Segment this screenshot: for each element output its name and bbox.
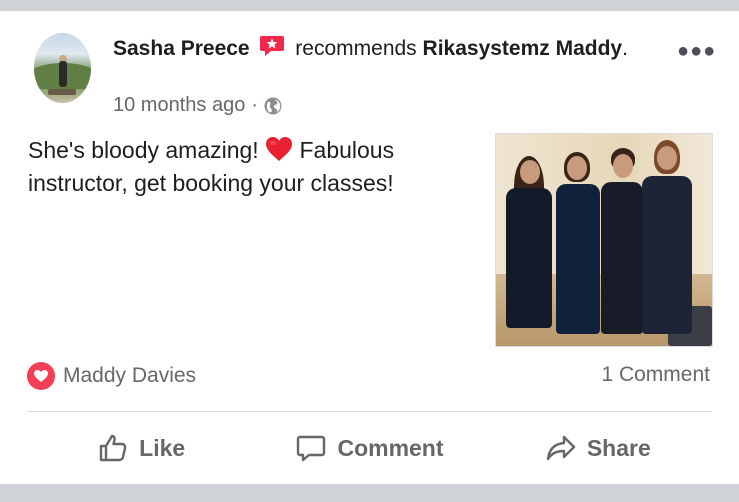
- reactions-summary[interactable]: Maddy Davies: [27, 362, 196, 390]
- post-text: She's bloody amazing! Fabulous instructo…: [28, 134, 468, 200]
- post-meta: 10 months ago ·: [113, 94, 282, 117]
- feed-separator-bottom: [0, 484, 739, 502]
- post-header-line: Sasha Preece recommends Rikasystemz Madd…: [113, 34, 673, 64]
- reactor-names: Maddy Davies: [63, 364, 197, 387]
- like-label: Like: [139, 434, 186, 461]
- author-name[interactable]: Sasha Preece: [113, 37, 250, 60]
- comment-count[interactable]: 1 Comment: [601, 363, 710, 387]
- action-text: recommends: [295, 37, 417, 60]
- actions-divider: [27, 411, 712, 412]
- feed-separator-top: [0, 0, 739, 11]
- recommendation-icon: [260, 36, 285, 56]
- post-photo[interactable]: [495, 133, 713, 347]
- post-actions-bar: Like Comment Share: [27, 426, 712, 470]
- red-heart-emoji-icon: [266, 137, 293, 161]
- target-page-name[interactable]: Rikasystemz Maddy: [423, 37, 623, 60]
- love-reaction-icon: [27, 362, 55, 390]
- share-label: Share: [586, 434, 651, 461]
- like-button[interactable]: Like: [27, 426, 255, 470]
- share-button[interactable]: Share: [484, 426, 712, 470]
- share-arrow-icon: [546, 435, 576, 461]
- author-avatar[interactable]: [34, 33, 91, 103]
- comment-label: Comment: [337, 434, 444, 461]
- meta-separator: ·: [251, 94, 258, 116]
- more-options-icon[interactable]: ●●●: [677, 40, 716, 63]
- post-text-part-1: She's bloody amazing!: [28, 137, 259, 163]
- target-suffix: .: [622, 37, 628, 60]
- comment-bubble-icon: [297, 435, 326, 462]
- globe-icon[interactable]: [264, 97, 282, 115]
- post-timestamp[interactable]: 10 months ago: [113, 94, 245, 117]
- comment-button[interactable]: Comment: [255, 426, 483, 470]
- thumbs-up-icon: [99, 434, 127, 462]
